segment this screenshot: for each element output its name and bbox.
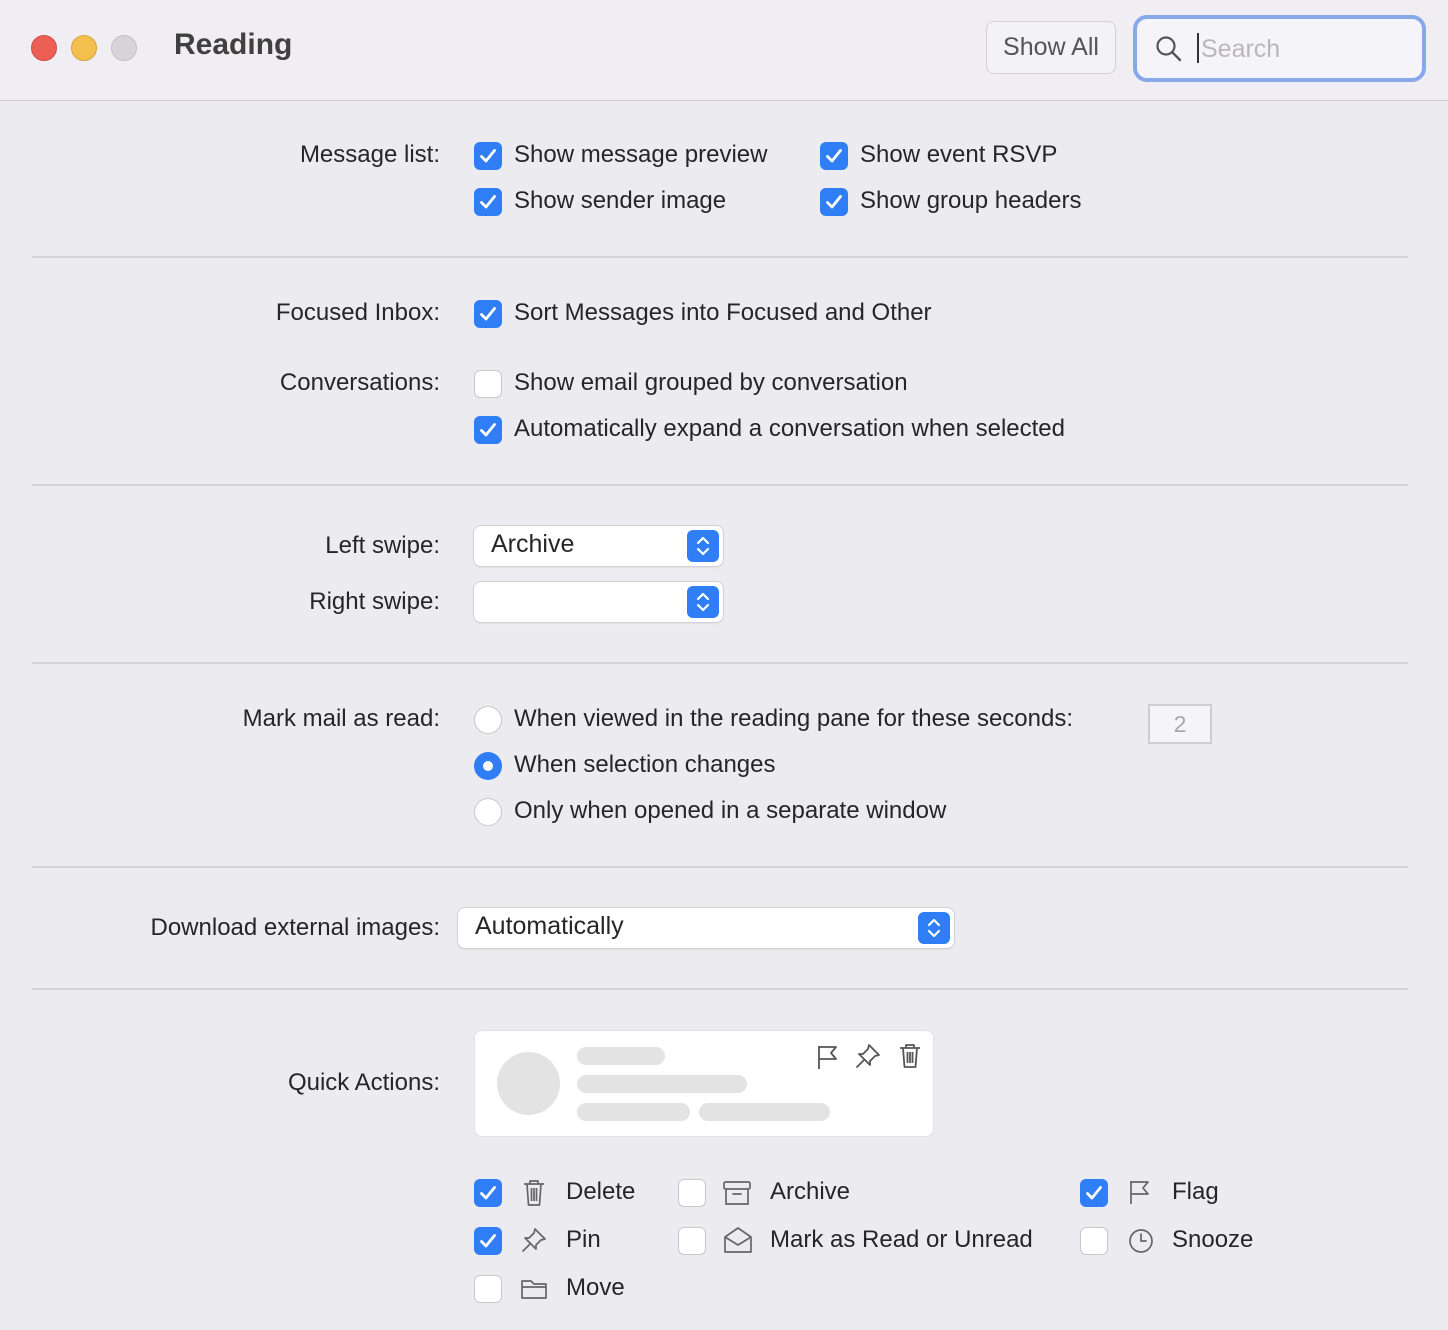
right-swipe-popup[interactable] [474,582,723,622]
focused-inbox-label: Focused Inbox: [275,299,440,326]
show-event-rsvp-checkbox[interactable] [820,142,848,170]
qa-mark-read-checkbox[interactable] [678,1227,706,1255]
avatar-placeholder [497,1052,560,1115]
qa-move-checkbox[interactable] [474,1275,502,1303]
quick-actions-preview [474,1030,934,1137]
archive-icon [723,1181,751,1205]
title-bar: Reading Show All [0,0,1448,101]
sort-focused-other-checkbox[interactable] [474,300,502,328]
group-by-conversation-label: Show email grouped by conversation [514,369,908,396]
separator [32,866,1408,868]
read-after-seconds-label: When viewed in the reading pane for thes… [514,705,1074,732]
message-list-label: Message list: [299,141,440,168]
show-event-rsvp-label: Show event RSVP [860,141,1058,168]
qa-archive-checkbox[interactable] [678,1179,706,1207]
qa-flag-label: Flag [1172,1178,1219,1205]
separator [32,662,1408,664]
qa-snooze-label: Snooze [1172,1226,1254,1253]
qa-flag-checkbox[interactable] [1080,1179,1108,1207]
updown-chevron-icon [918,912,950,944]
qa-pin-label: Pin [566,1226,601,1253]
updown-chevron-icon [687,530,719,562]
envelope-open-icon [724,1227,752,1253]
qa-delete-checkbox[interactable] [474,1179,502,1207]
skeleton-line [577,1047,665,1065]
qa-pin-checkbox[interactable] [474,1227,502,1255]
separator [32,988,1408,990]
show-group-headers-checkbox[interactable] [820,188,848,216]
pin-icon [856,1044,880,1068]
show-sender-image-checkbox[interactable] [474,188,502,216]
right-swipe-label: Right swipe: [309,588,440,615]
show-group-headers-label: Show group headers [860,187,1082,214]
show-message-preview-label: Show message preview [514,141,768,168]
flag-icon [1130,1181,1149,1204]
download-images-value: Automatically [475,912,624,940]
clock-icon [1129,1229,1153,1253]
read-after-seconds-radio[interactable] [474,706,502,734]
show-all-button[interactable]: Show All [986,21,1116,74]
left-swipe-label: Left swipe: [325,532,440,559]
qa-delete-label: Delete [566,1178,636,1205]
pin-icon [522,1228,546,1252]
mark-as-read-label: Mark mail as read: [242,705,440,732]
show-sender-image-label: Show sender image [514,187,727,214]
skeleton-line [577,1075,747,1093]
window-title: Reading [174,28,293,61]
group-by-conversation-checkbox[interactable] [474,370,502,398]
left-swipe-popup[interactable]: Archive [474,526,723,566]
read-on-selection-change-label: When selection changes [514,751,776,778]
conversations-label: Conversations: [279,369,440,396]
qa-mark-read-label: Mark as Read or Unread [770,1226,1033,1253]
read-on-selection-change-radio[interactable] [474,752,502,780]
trash-icon [900,1044,920,1068]
separator [32,484,1408,486]
left-swipe-value: Archive [491,530,575,558]
auto-expand-conversation-label: Automatically expand a conversation when… [514,415,1065,442]
qa-snooze-checkbox[interactable] [1080,1227,1108,1255]
trash-icon [524,1180,544,1206]
close-window-button[interactable] [31,35,57,61]
read-in-separate-window-label: Only when opened in a separate window [514,797,947,824]
download-images-label: Download external images: [150,914,441,941]
quick-actions-label: Quick Actions: [287,1069,440,1096]
skeleton-line [699,1103,830,1121]
sort-focused-other-label: Sort Messages into Focused and Other [514,299,932,326]
search-field[interactable] [1133,15,1426,82]
search-icon [1156,36,1182,62]
folder-icon [521,1280,547,1299]
download-images-popup[interactable]: Automatically [458,908,954,948]
flag-icon [818,1046,837,1069]
qa-archive-label: Archive [770,1178,851,1205]
seconds-field[interactable]: 2 [1148,704,1212,744]
minimize-window-button[interactable] [71,35,97,61]
auto-expand-conversation-checkbox[interactable] [474,416,502,444]
show-message-preview-checkbox[interactable] [474,142,502,170]
qa-move-label: Move [566,1274,625,1301]
read-in-separate-window-radio[interactable] [474,798,502,826]
zoom-window-button[interactable] [111,35,137,61]
updown-chevron-icon [687,586,719,618]
search-input[interactable] [1199,29,1403,69]
skeleton-line [577,1103,690,1121]
separator [32,256,1408,258]
